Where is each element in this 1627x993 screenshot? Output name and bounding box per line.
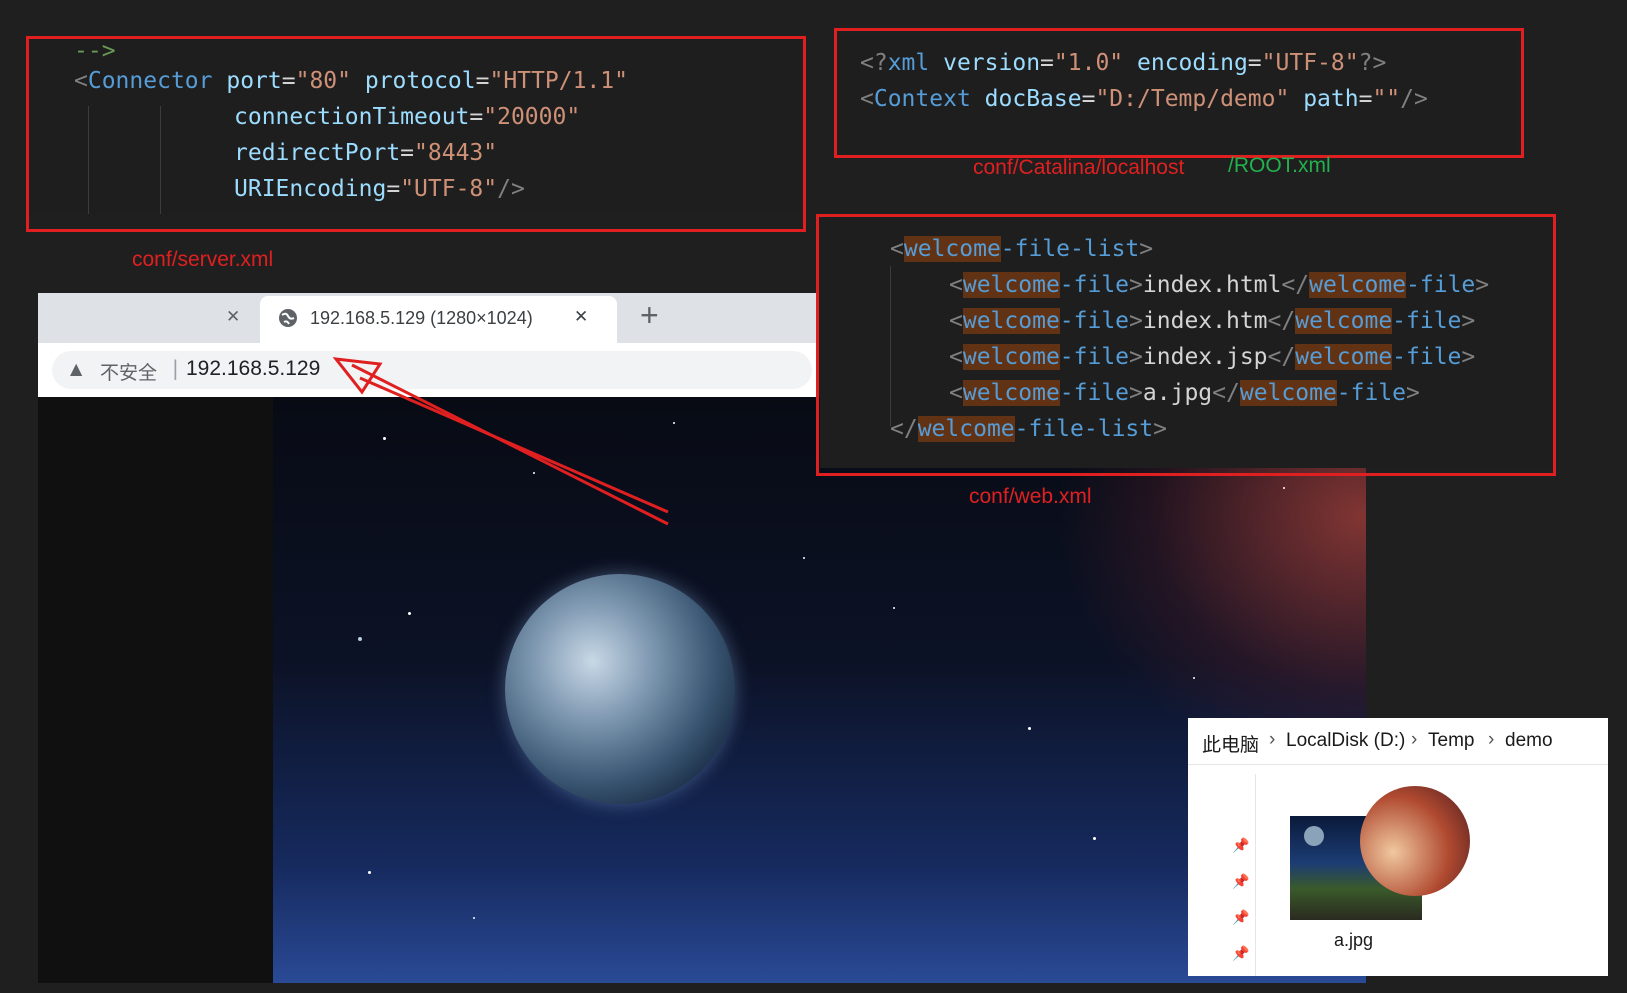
breadcrumb: 此电脑 › LocalDisk (D:) › Temp › demo bbox=[1188, 718, 1608, 765]
tab-title: 192.168.5.129 (1280×1024) bbox=[310, 308, 533, 328]
code-line-list-open: <welcome-file-list> bbox=[890, 236, 1154, 262]
chevron-right-icon: › bbox=[1411, 729, 1418, 750]
breadcrumb-demo[interactable]: demo bbox=[1505, 730, 1553, 752]
star bbox=[803, 557, 805, 559]
pin-icon[interactable]: 📌 bbox=[1232, 838, 1249, 854]
server-xml-caption: conf/server.xml bbox=[132, 248, 274, 271]
code-line-redirect: redirectPort="8443" bbox=[234, 140, 498, 166]
star bbox=[893, 607, 895, 609]
code-line-welcome-file: <welcome-file>index.htm</welcome-file> bbox=[949, 308, 1476, 334]
file-explorer: 此电脑 › LocalDisk (D:) › Temp › demo 📌 📌 📌… bbox=[1188, 718, 1608, 976]
previous-tab-close-button[interactable]: ✕ bbox=[226, 307, 240, 327]
web-xml-caption: conf/web.xml bbox=[969, 485, 1092, 508]
omnibox[interactable]: ▲ 不安全 | 192.168.5.129 bbox=[52, 351, 812, 389]
star bbox=[1283, 487, 1285, 489]
star bbox=[408, 612, 411, 615]
star bbox=[673, 422, 675, 424]
address-bar: ▲ 不安全 | 192.168.5.129 bbox=[38, 343, 818, 397]
tab-close-button[interactable]: ✕ bbox=[574, 307, 588, 327]
code-line-context: <Context docBase="D:/Temp/demo" path=""/… bbox=[860, 86, 1428, 112]
root-xml-caption-path: conf/Catalina/localhost bbox=[973, 156, 1185, 179]
star bbox=[1093, 837, 1096, 840]
thumbnail-planet bbox=[1304, 826, 1324, 846]
tab-strip: ✕ 192.168.5.129 (1280×1024) ✕ + bbox=[38, 293, 818, 343]
thumbnail-large-planet bbox=[1360, 786, 1470, 896]
code-line-timeout: connectionTimeout="20000" bbox=[234, 104, 581, 130]
breadcrumb-this-pc[interactable]: 此电脑 bbox=[1202, 730, 1259, 757]
globe-icon bbox=[278, 308, 298, 328]
code-line-list-close: </welcome-file-list> bbox=[890, 416, 1167, 442]
code-line-uriencoding: URIEncoding="UTF-8"/> bbox=[234, 176, 525, 202]
file-thumbnail[interactable] bbox=[1290, 786, 1470, 920]
breadcrumb-local-disk[interactable]: LocalDisk (D:) bbox=[1286, 730, 1405, 752]
root-xml-code-panel: <?xml version="1.0" encoding="UTF-8"?> <… bbox=[838, 36, 1518, 154]
pin-icon[interactable]: 📌 bbox=[1232, 946, 1249, 962]
warning-icon[interactable]: ▲ bbox=[70, 359, 82, 378]
server-xml-code-panel: --> <Connector port="80" protocol="HTTP/… bbox=[30, 36, 800, 214]
star bbox=[533, 472, 535, 474]
url-text[interactable]: 192.168.5.129 bbox=[186, 357, 320, 381]
star bbox=[1193, 677, 1195, 679]
star bbox=[383, 437, 386, 440]
code-line-connector: <Connector port="80" protocol="HTTP/1.1" bbox=[74, 68, 628, 94]
active-tab[interactable]: 192.168.5.129 (1280×1024) ✕ bbox=[260, 296, 617, 343]
new-tab-button[interactable]: + bbox=[640, 297, 659, 334]
indent-guide bbox=[890, 266, 891, 426]
breadcrumb-temp[interactable]: Temp bbox=[1428, 730, 1474, 752]
pin-icon[interactable]: 📌 bbox=[1232, 874, 1249, 890]
code-line-welcome-file: <welcome-file>a.jpg</welcome-file> bbox=[949, 380, 1420, 406]
star bbox=[358, 637, 362, 641]
code-line-welcome-file: <welcome-file>index.jsp</welcome-file> bbox=[949, 344, 1476, 370]
code-line-xml-decl: <?xml version="1.0" encoding="UTF-8"?> bbox=[860, 50, 1387, 76]
chevron-right-icon: › bbox=[1488, 729, 1495, 750]
code-line-welcome-file: <welcome-file>index.html</welcome-file> bbox=[949, 272, 1490, 298]
file-name[interactable]: a.jpg bbox=[1334, 930, 1373, 951]
nav-pane-divider bbox=[1255, 774, 1256, 976]
star bbox=[368, 871, 371, 874]
separator: | bbox=[172, 356, 179, 380]
root-xml-caption-file: /ROOT.xml bbox=[1228, 154, 1331, 177]
web-xml-code-panel: <welcome-file-list> <welcome-file>index.… bbox=[820, 216, 1551, 468]
star bbox=[473, 917, 475, 919]
not-secure-label[interactable]: 不安全 bbox=[100, 358, 157, 385]
star bbox=[1028, 727, 1031, 730]
indent-guide bbox=[160, 106, 161, 214]
indent-guide bbox=[88, 106, 89, 214]
planet bbox=[505, 574, 735, 804]
chevron-right-icon: › bbox=[1269, 729, 1276, 750]
pin-icon[interactable]: 📌 bbox=[1232, 910, 1249, 926]
